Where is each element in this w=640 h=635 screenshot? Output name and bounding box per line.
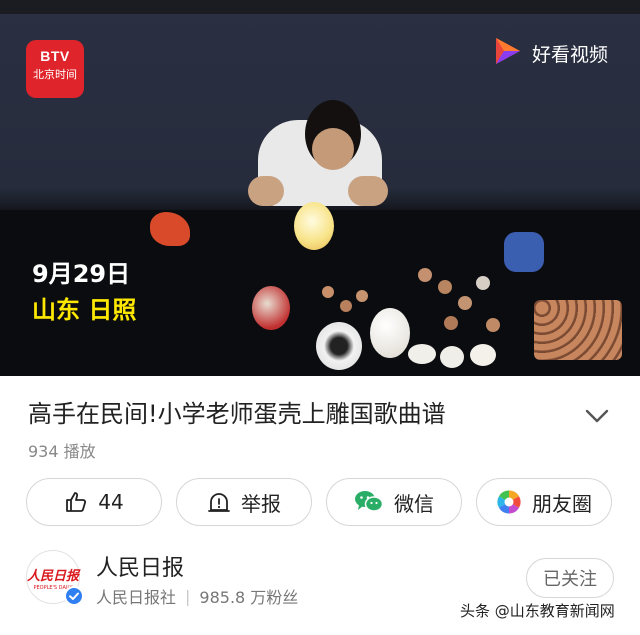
caption-location: 山东 日照 — [32, 296, 137, 324]
small-egg — [438, 280, 452, 294]
person-right-hand — [348, 176, 388, 206]
lit-egg — [294, 202, 334, 250]
report-icon — [207, 490, 231, 514]
small-egg — [444, 316, 458, 330]
verified-icon — [64, 586, 84, 606]
moments-label: 朋友圈 — [532, 491, 592, 516]
haokan-logo-text: 好看视频 — [532, 43, 609, 66]
chevron-down-icon[interactable] — [584, 406, 610, 430]
small-egg — [476, 276, 490, 290]
toy-figure — [504, 232, 544, 272]
fan-count: 985.8 万粉丝 — [199, 588, 299, 607]
video-player[interactable]: BTV 北京时间 好看视频 9月29日 山东 日照 — [0, 0, 640, 376]
caption-date: 9月29日 — [32, 260, 131, 288]
like-button[interactable]: 44 — [26, 478, 162, 526]
white-egg — [440, 346, 464, 368]
haokan-logo: 好看视频 — [490, 34, 608, 72]
avatar-logo-text: 人民日报 — [27, 569, 80, 584]
small-egg — [322, 286, 334, 298]
share-moments-button[interactable]: 朋友圈 — [476, 478, 612, 526]
btv-logo-top: BTV — [40, 48, 70, 64]
white-egg — [408, 344, 436, 364]
person-face — [312, 128, 354, 170]
like-count: 44 — [98, 490, 124, 514]
account-name[interactable]: 人民日报 — [96, 550, 184, 582]
report-label: 举报 — [241, 491, 281, 516]
wechat-icon — [354, 489, 384, 515]
small-egg — [356, 290, 368, 302]
painted-egg — [252, 286, 290, 330]
share-wechat-button[interactable]: 微信 — [326, 478, 462, 526]
white-egg — [370, 308, 410, 358]
video-title: 高手在民间!小学老师蛋壳上雕国歌曲谱 — [28, 400, 446, 428]
moments-icon — [496, 489, 522, 515]
like-icon — [64, 490, 88, 514]
status-strip — [0, 0, 640, 14]
small-egg — [340, 300, 352, 312]
follow-button[interactable]: 已关注 — [526, 558, 614, 598]
small-egg — [458, 296, 472, 310]
btv-logo-bottom: 北京时间 — [33, 68, 77, 81]
person-left-hand — [248, 176, 284, 206]
haokan-play-icon — [490, 34, 524, 72]
egg-tray — [534, 300, 622, 360]
white-egg — [470, 344, 496, 366]
small-egg — [486, 318, 500, 332]
account-org: 人民日报社 — [96, 588, 177, 607]
play-count: 934 播放 — [28, 442, 96, 461]
wechat-label: 微信 — [394, 491, 434, 516]
report-button[interactable]: 举报 — [176, 478, 312, 526]
account-meta: 人民日报社 | 985.8 万粉丝 — [96, 584, 298, 608]
small-egg — [418, 268, 432, 282]
meta-divider: | — [185, 586, 191, 606]
watermark: 头条 @山东教育新闻网 — [460, 602, 615, 620]
btv-logo: BTV 北京时间 — [26, 40, 84, 98]
painted-egg — [316, 322, 362, 370]
